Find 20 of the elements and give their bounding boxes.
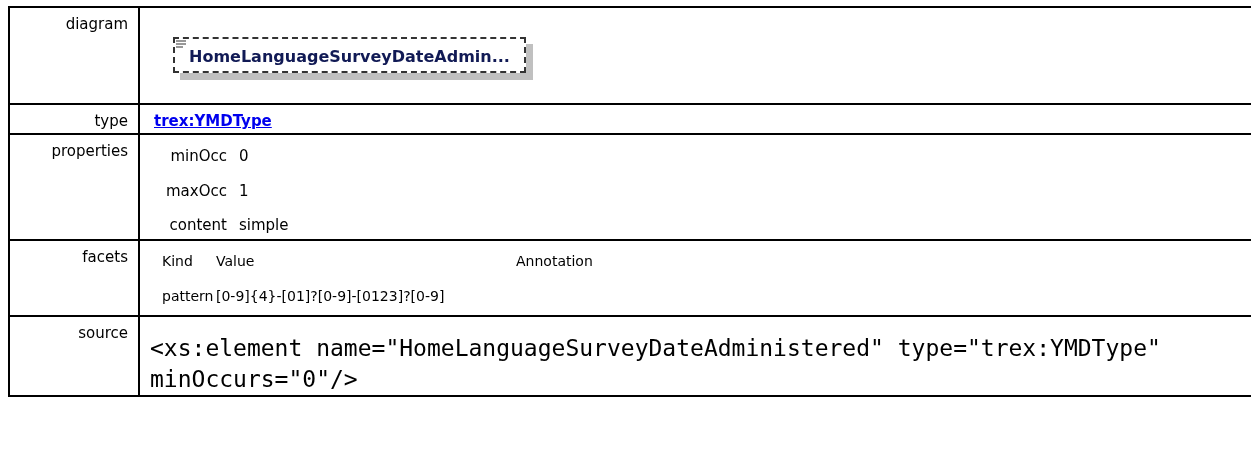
property-name: minOcc xyxy=(169,146,227,167)
row-label: type xyxy=(94,112,128,130)
column-header: Kind xyxy=(162,251,194,271)
list-icon xyxy=(176,40,186,48)
row-label: properties xyxy=(51,142,128,160)
facet-kind: pattern xyxy=(162,286,215,306)
column-header: Annotation xyxy=(516,251,593,271)
element-name: HomeLanguageSurveyDateAdmin... xyxy=(189,47,510,66)
property-value: simple xyxy=(239,215,289,236)
property-value: 1 xyxy=(239,180,250,202)
type-link[interactable]: trex:YMDType xyxy=(154,112,272,130)
column-header: Value xyxy=(216,251,256,271)
facet-value: [0-9]{4}-[01]?[0-9]-[0123]?[0-9] xyxy=(216,286,446,306)
property-name: content xyxy=(168,215,227,236)
property-name: maxOcc xyxy=(166,180,227,202)
property-value: 0 xyxy=(239,146,250,167)
row-label: facets xyxy=(82,247,128,266)
row-label: source xyxy=(78,323,128,342)
source-code: <xs:element name="HomeLanguageSurveyDateAdministered" type="trex:YMDType" minOccurs="0"/> xyxy=(150,333,1162,394)
row-label: diagram xyxy=(65,15,128,33)
